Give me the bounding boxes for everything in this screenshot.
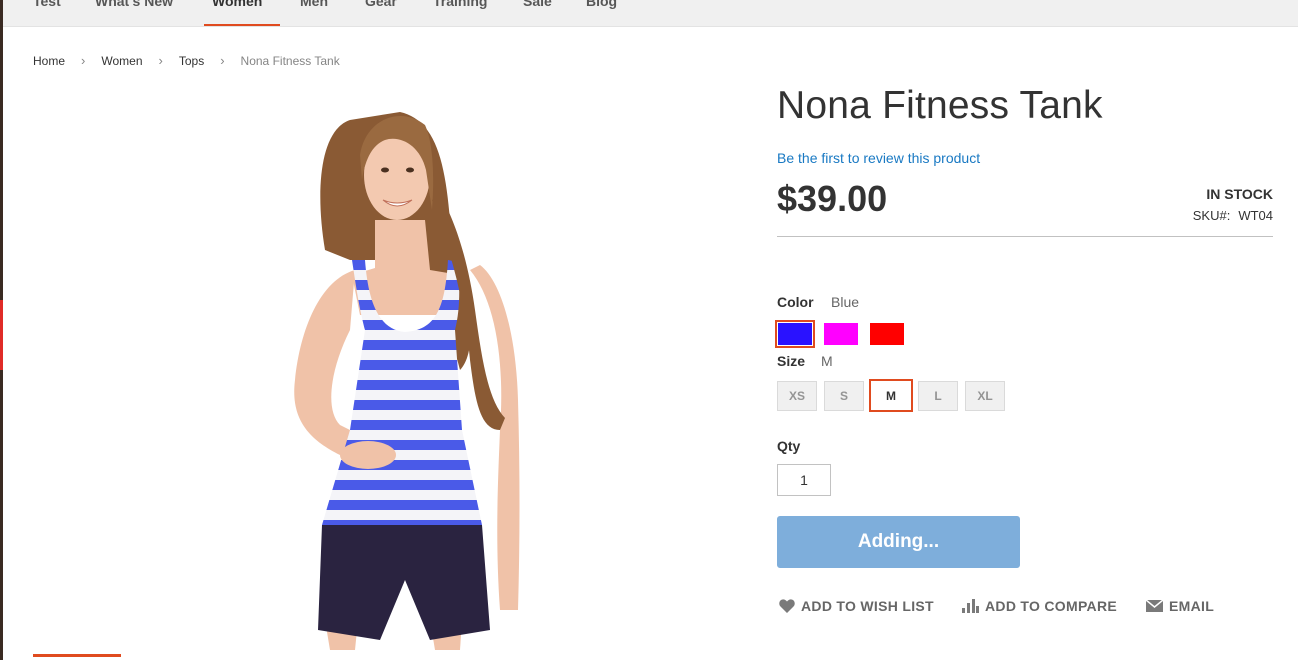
breadcrumb: Home › Women › Tops › Nona Fitness Tank — [33, 53, 340, 68]
window-edge — [0, 0, 3, 660]
bar-chart-icon — [962, 599, 979, 613]
size-swatch-xl[interactable]: XL — [965, 381, 1005, 411]
size-swatch-s[interactable]: S — [824, 381, 864, 411]
email-label: EMAIL — [1169, 598, 1215, 614]
qty-input[interactable] — [777, 464, 831, 496]
add-to-wishlist-link[interactable]: ADD TO WISH LIST — [779, 598, 934, 614]
breadcrumb-separator: › — [220, 53, 225, 68]
nav-item-sale[interactable]: Sale — [523, 0, 552, 15]
product-sku: SKU#: WT04 — [1193, 208, 1273, 223]
product-price: $39.00 — [777, 178, 888, 219]
color-selected-value: Blue — [831, 294, 860, 310]
product-image[interactable] — [200, 100, 540, 650]
nav-item-men[interactable]: Men — [300, 0, 328, 15]
nav-item-women[interactable]: Women — [212, 0, 262, 15]
nav-item-gear[interactable]: Gear — [365, 0, 397, 15]
size-swatch-l[interactable]: L — [918, 381, 958, 411]
sku-value: WT04 — [1238, 208, 1273, 223]
size-swatch-xs[interactable]: XS — [777, 381, 817, 411]
breadcrumb-current: Nona Fitness Tank — [240, 53, 340, 68]
heart-icon — [779, 599, 795, 613]
email-link[interactable]: EMAIL — [1146, 598, 1214, 614]
color-swatch-red[interactable] — [869, 322, 905, 346]
thumbnail-active-indicator[interactable] — [33, 654, 121, 657]
sku-label: SKU#: — [1192, 208, 1231, 223]
breadcrumb-tops[interactable]: Tops — [179, 54, 204, 68]
envelope-icon — [1146, 600, 1163, 612]
breadcrumb-women[interactable]: Women — [101, 54, 142, 68]
nav-item-test[interactable]: Test — [33, 0, 61, 15]
nav-active-indicator — [204, 24, 280, 26]
page-title: Nona Fitness Tank — [777, 84, 1103, 127]
size-swatch-m[interactable]: M — [869, 379, 913, 412]
nav-item-training[interactable]: Training — [433, 0, 487, 15]
wishlist-label: ADD TO WISH LIST — [801, 598, 934, 614]
size-label: Size — [777, 353, 806, 369]
size-selected-value: M — [821, 353, 833, 369]
color-label: Color — [777, 294, 814, 310]
breadcrumb-home[interactable]: Home — [33, 54, 65, 68]
qty-label: Qty — [777, 438, 801, 454]
add-to-cart-button[interactable]: Adding... — [777, 516, 1020, 568]
breadcrumb-separator: › — [81, 53, 86, 68]
color-swatch-blue[interactable] — [775, 320, 815, 348]
color-swatch-purple[interactable] — [823, 322, 859, 346]
review-link[interactable]: Be the first to review this product — [777, 150, 980, 166]
add-to-compare-link[interactable]: ADD TO COMPARE — [962, 598, 1117, 614]
compare-label: ADD TO COMPARE — [985, 598, 1118, 614]
breadcrumb-separator: › — [158, 53, 163, 68]
edge-mark — [0, 300, 3, 370]
info-divider — [777, 236, 1273, 237]
top-navigation: Test What's New Women Men Gear Training … — [3, 0, 1298, 27]
nav-item-whats-new[interactable]: What's New — [95, 0, 173, 15]
stock-status: IN STOCK — [1206, 186, 1273, 202]
nav-item-blog[interactable]: Blog — [586, 0, 617, 15]
